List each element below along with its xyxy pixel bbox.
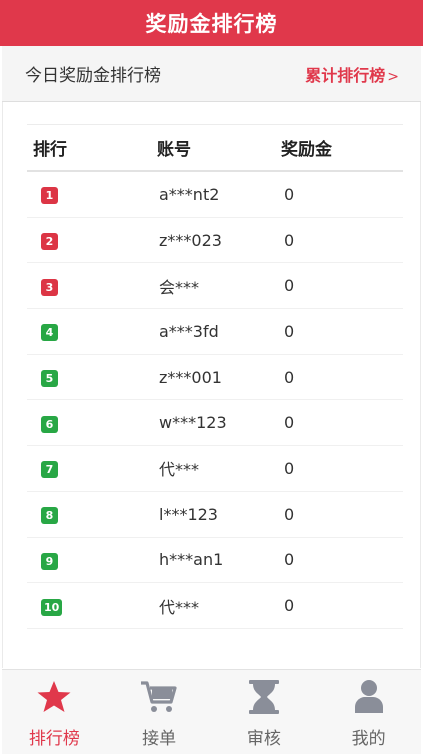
ranking-subbar: 今日奖励金排行榜 累计排行榜 > xyxy=(2,46,421,102)
table-header: 排行 账号 奖励金 xyxy=(27,125,403,172)
bottom-tab-bar: 排行榜 接单 审核 我的 xyxy=(2,669,421,754)
cart-icon[interactable] xyxy=(139,678,179,716)
tab-orders[interactable]: 接单 xyxy=(107,670,212,754)
reward-cell: 0 xyxy=(284,367,295,387)
tab-review-label[interactable]: 审核 xyxy=(247,724,281,749)
account-cell: h***an1 xyxy=(159,550,224,570)
hourglass-icon[interactable] xyxy=(244,678,284,716)
today-ranking-label: 今日奖励金排行榜 xyxy=(25,66,161,86)
table-row: 1 a***nt2 0 xyxy=(27,172,403,218)
account-cell: z***023 xyxy=(159,230,222,250)
account-cell: w***123 xyxy=(159,413,227,433)
page-title: 奖励金排行榜 xyxy=(145,12,278,36)
rank-cell: 6 xyxy=(27,413,157,433)
table-row: 3 会*** 0 xyxy=(27,263,403,310)
page-header: 奖励金排行榜 xyxy=(0,0,423,46)
account-cell: z***001 xyxy=(159,367,222,387)
account-cell: a***3fd xyxy=(159,321,219,341)
chevron-right-icon[interactable]: > xyxy=(387,69,399,85)
rank-badge: 10 xyxy=(41,598,63,616)
rank-cell: 3 xyxy=(27,276,157,296)
star-icon[interactable] xyxy=(34,678,74,716)
account-cell: a***nt2 xyxy=(159,184,220,204)
reward-cell: 0 xyxy=(284,596,295,616)
ranking-content: 排行 账号 奖励金 1 a***nt2 0 2 z***023 0 3 会*** 0 4 a***3… xyxy=(2,102,421,668)
user-icon[interactable] xyxy=(349,678,389,716)
rank-badge: 2 xyxy=(41,233,58,251)
rank-badge: 5 xyxy=(41,370,58,388)
rank-cell: 10 xyxy=(27,596,157,616)
reward-cell: 0 xyxy=(284,321,295,341)
ranking-table: 排行 账号 奖励金 1 a***nt2 0 2 z***023 0 3 会*** 0 4 a***3… xyxy=(27,124,403,629)
rank-badge: 8 xyxy=(41,507,58,525)
table-row: 8 l***123 0 xyxy=(27,492,403,538)
rank-badge: 4 xyxy=(41,324,58,342)
rank-badge: 7 xyxy=(41,461,58,479)
reward-cell: 0 xyxy=(284,276,295,296)
tab-ranking[interactable]: 排行榜 xyxy=(2,670,107,754)
rank-cell: 5 xyxy=(27,367,157,388)
account-column-header: 账号 xyxy=(157,140,191,160)
rank-badge: 9 xyxy=(41,552,58,570)
reward-cell: 0 xyxy=(284,550,295,570)
tab-mine-label[interactable]: 我的 xyxy=(352,724,386,749)
rank-cell: 7 xyxy=(27,458,157,479)
table-row: 5 z***001 0 xyxy=(27,355,403,401)
rank-badge: 3 xyxy=(41,278,58,296)
rank-cell: 4 xyxy=(27,321,157,342)
reward-column-header: 奖励金 xyxy=(281,140,332,160)
reward-cell: 0 xyxy=(284,504,295,524)
rank-cell: 1 xyxy=(27,184,157,205)
account-cell: 代*** xyxy=(159,597,200,617)
cumulative-ranking-label[interactable]: 累计排行榜 xyxy=(305,66,385,85)
table-row: 9 h***an1 0 xyxy=(27,538,403,584)
rank-cell: 8 xyxy=(27,504,157,525)
rank-column-header: 排行 xyxy=(33,140,67,160)
rank-cell: 9 xyxy=(27,550,157,570)
table-body: 1 a***nt2 0 2 z***023 0 3 会*** 0 4 a***3fd 0 5 z***00… xyxy=(27,172,403,629)
reward-cell: 0 xyxy=(284,458,295,478)
account-cell: l***123 xyxy=(159,504,218,524)
rank-badge: 6 xyxy=(41,415,58,433)
tab-orders-label[interactable]: 接单 xyxy=(142,724,176,749)
tab-review[interactable]: 审核 xyxy=(212,670,317,754)
reward-cell: 0 xyxy=(284,230,295,250)
reward-cell: 0 xyxy=(284,184,295,204)
rank-badge: 1 xyxy=(41,187,58,205)
reward-cell: 0 xyxy=(284,413,295,433)
account-cell: 会*** xyxy=(159,277,200,297)
table-row: 10 代*** 0 xyxy=(27,583,403,629)
table-row: 2 z***023 0 xyxy=(27,218,403,264)
tab-mine[interactable]: 我的 xyxy=(316,670,421,754)
cumulative-ranking-link[interactable]: 累计排行榜 > xyxy=(305,62,399,86)
table-row: 7 代*** 0 xyxy=(27,446,403,492)
rank-cell: 2 xyxy=(27,230,157,251)
table-row: 6 w***123 0 xyxy=(27,400,403,447)
account-cell: 代*** xyxy=(159,460,200,480)
tab-ranking-label[interactable]: 排行榜 xyxy=(29,724,80,749)
table-row: 4 a***3fd 0 xyxy=(27,309,403,355)
